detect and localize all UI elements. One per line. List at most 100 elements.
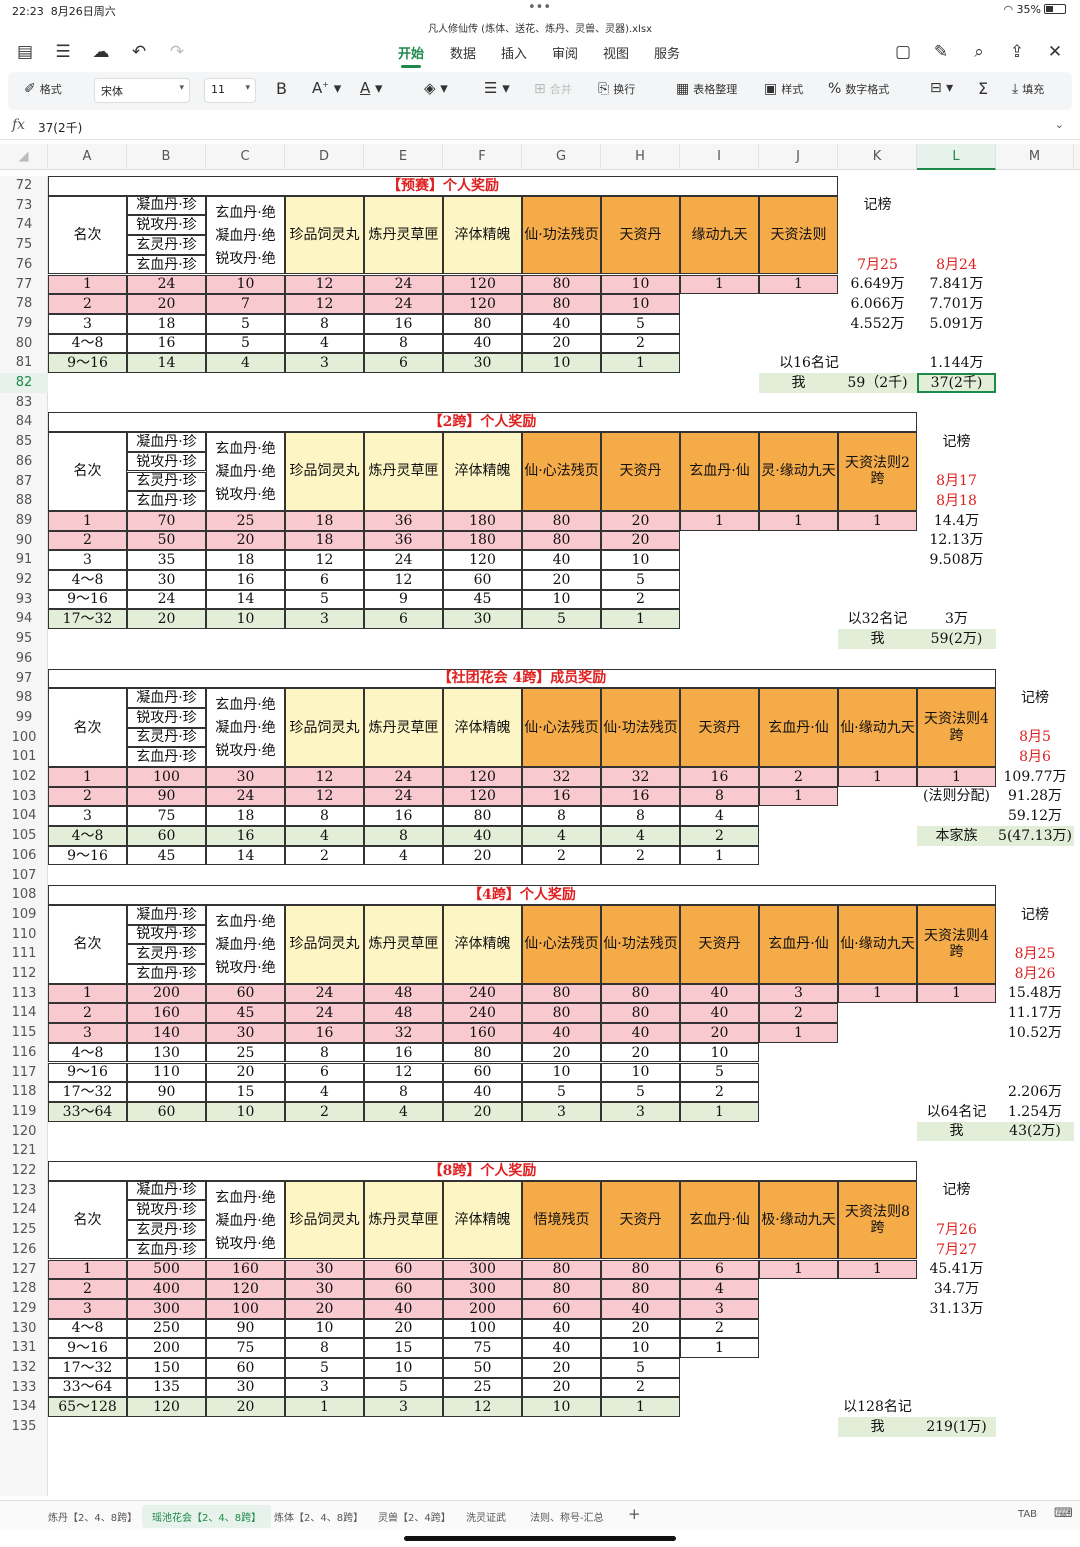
table-cell[interactable]: 75: [206, 1338, 285, 1358]
align-button[interactable]: ☰ ▾: [484, 79, 510, 97]
table-cell[interactable]: 16: [601, 786, 680, 807]
table-cell[interactable]: 40: [364, 1298, 443, 1319]
me-label[interactable]: 我: [759, 373, 838, 393]
table-cell[interactable]: 5: [601, 1358, 680, 1378]
table-cell[interactable]: 1: [680, 274, 759, 295]
table-cell[interactable]: 80: [601, 1003, 680, 1024]
table-cell[interactable]: 10: [206, 609, 285, 630]
header-j[interactable]: 灵·缘动九天: [759, 432, 838, 511]
table-cell[interactable]: 60: [443, 1062, 522, 1083]
sheet-tab-beast[interactable]: 灵兽【2、4跨】: [378, 1509, 451, 1524]
table-cell[interactable]: 5: [601, 1082, 680, 1102]
table-cell[interactable]: 17～32: [48, 1082, 127, 1102]
table-cell[interactable]: 12: [285, 550, 364, 570]
header-j[interactable]: 玄血丹·仙: [759, 688, 838, 767]
header-k[interactable]: 天资法则8跨: [838, 1180, 917, 1260]
row-header-105[interactable]: 105: [0, 826, 48, 846]
cloud-sync-icon[interactable]: ☁: [88, 36, 114, 68]
header-b[interactable]: 玄血丹·珍: [127, 491, 206, 511]
table-cell[interactable]: 60: [206, 1358, 285, 1378]
table-cell[interactable]: 130: [127, 1042, 206, 1063]
row-header-117[interactable]: 117: [0, 1063, 48, 1083]
header-i[interactable]: 玄血丹·仙: [680, 432, 759, 511]
table-cell[interactable]: 1: [285, 1397, 364, 1418]
score-cell[interactable]: 59.12万: [996, 806, 1074, 826]
table-cell[interactable]: 4～8: [48, 1042, 127, 1063]
table-cell[interactable]: 12: [285, 786, 364, 807]
header-g[interactable]: 仙·功法残页: [522, 195, 601, 275]
table-cell[interactable]: 40: [601, 1298, 680, 1319]
tab-insert[interactable]: 插入: [501, 43, 527, 62]
table-cell[interactable]: 1: [680, 845, 759, 866]
undo-icon[interactable]: ↶: [126, 36, 152, 68]
table-cell[interactable]: 15: [364, 1338, 443, 1358]
header-h[interactable]: 天资丹: [601, 195, 680, 275]
header-k[interactable]: 天资法则2跨: [838, 432, 917, 511]
row-header-127[interactable]: 127: [0, 1260, 48, 1280]
col-header-D[interactable]: D: [285, 144, 364, 170]
row-header-109[interactable]: 109: [0, 905, 48, 925]
table-cell[interactable]: 1: [48, 767, 127, 787]
score-cell[interactable]: 6.066万: [838, 294, 917, 314]
row-header-79[interactable]: 79: [0, 314, 48, 334]
date-start[interactable]: 7月25: [838, 255, 917, 275]
table-cell[interactable]: 35: [127, 550, 206, 570]
table-cell[interactable]: 33～64: [48, 1377, 127, 1398]
rank-note[interactable]: 以32名记: [838, 609, 917, 629]
table-cell[interactable]: 45: [127, 845, 206, 866]
header-b[interactable]: 锐攻丹·珍: [127, 451, 206, 472]
table-cell[interactable]: 20: [206, 1397, 285, 1418]
table-cell[interactable]: 30: [285, 1279, 364, 1299]
row-header-93[interactable]: 93: [0, 590, 48, 610]
sum-button[interactable]: Σ: [978, 79, 988, 98]
row-header-91[interactable]: 91: [0, 550, 48, 570]
table-cell[interactable]: 40: [522, 1338, 601, 1358]
table-cell[interactable]: 5: [285, 1358, 364, 1378]
row-header-73[interactable]: 73: [0, 196, 48, 216]
table-cell[interactable]: 8: [522, 806, 601, 827]
table-cell[interactable]: 1: [601, 353, 680, 373]
table-cell[interactable]: 10: [206, 274, 285, 295]
score-cell[interactable]: 12.13万: [917, 531, 996, 551]
row-header-122[interactable]: 122: [0, 1161, 48, 1181]
table-cell[interactable]: 1: [48, 274, 127, 295]
col-header-J[interactable]: J: [759, 144, 838, 170]
header-g[interactable]: 仙·心法残页: [522, 904, 601, 984]
row-header-78[interactable]: 78: [0, 294, 48, 314]
pen-icon[interactable]: ✎: [928, 36, 954, 68]
header-b[interactable]: 玄灵丹·珍: [127, 944, 206, 964]
header-c[interactable]: 锐攻丹·绝: [206, 740, 285, 762]
col-header-C[interactable]: C: [206, 144, 285, 170]
header-j[interactable]: 玄血丹·仙: [759, 904, 838, 984]
table-cell[interactable]: 300: [443, 1259, 522, 1280]
table-cell[interactable]: 4～8: [48, 826, 127, 846]
row-header-124[interactable]: 124: [0, 1200, 48, 1220]
header-c[interactable]: 玄血丹·绝: [206, 694, 285, 716]
redo-icon[interactable]: ↷: [164, 36, 190, 68]
table-cell[interactable]: 80: [522, 530, 601, 551]
table-cell[interactable]: 3: [48, 313, 127, 334]
table-cell[interactable]: 20: [206, 1062, 285, 1083]
row-header-74[interactable]: 74: [0, 215, 48, 235]
table-cell[interactable]: 24: [285, 983, 364, 1004]
header-rank[interactable]: 名次: [48, 432, 127, 511]
row-header-102[interactable]: 102: [0, 767, 48, 787]
chevron-down-icon[interactable]: ⌄: [1055, 118, 1064, 131]
keyboard-icon[interactable]: ⌨: [1054, 1506, 1073, 1521]
row-header-82[interactable]: 82: [0, 373, 48, 393]
table-cell[interactable]: 2: [48, 294, 127, 314]
row-header-97[interactable]: 97: [0, 669, 48, 689]
table-cell[interactable]: 45: [443, 589, 522, 610]
table-cell[interactable]: 1: [838, 510, 917, 531]
me-score[interactable]: 59（2千): [838, 373, 917, 393]
table-cell[interactable]: 16: [680, 767, 759, 787]
fill-button[interactable]: ⤓ 填充: [1012, 81, 1044, 97]
table-cell[interactable]: 30: [206, 1023, 285, 1043]
table-cell[interactable]: 10: [364, 1358, 443, 1378]
table-cell[interactable]: 100: [127, 767, 206, 787]
row-header-108[interactable]: 108: [0, 885, 48, 905]
header-b[interactable]: 凝血丹·珍: [127, 432, 206, 452]
table-cell[interactable]: 1: [759, 510, 838, 531]
table-cell[interactable]: 10: [601, 1338, 680, 1358]
table-cell[interactable]: 4: [522, 826, 601, 846]
